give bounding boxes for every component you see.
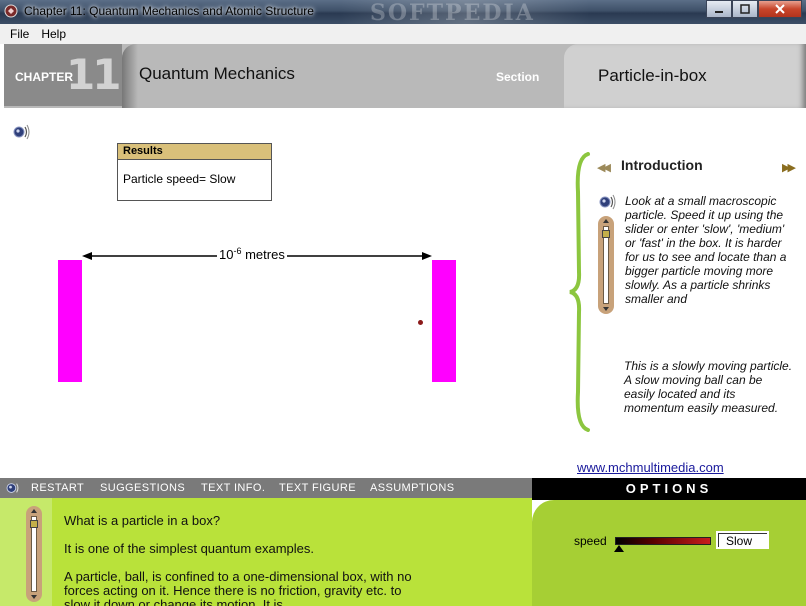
- minimize-icon: [715, 11, 723, 13]
- options-heading: OPTIONS: [532, 478, 806, 500]
- text-figure-button[interactable]: TEXT FIGURE: [279, 482, 356, 494]
- minimize-button[interactable]: [706, 0, 732, 18]
- app-icon: [4, 4, 18, 18]
- answer-text-2: A particle, ball, is confined to a one-d…: [64, 569, 412, 606]
- particle: [418, 320, 423, 325]
- chapter-number: 11: [66, 50, 121, 99]
- restart-button[interactable]: RESTART: [31, 482, 84, 494]
- scroll-thumb[interactable]: [30, 520, 38, 528]
- intro-title: Introduction: [621, 157, 703, 173]
- particle-speed-result: Particle speed= Slow: [123, 172, 236, 186]
- results-heading: Results: [118, 144, 271, 160]
- intro-paragraph-1: Look at a small macroscopic particle. Sp…: [625, 194, 787, 306]
- menu-file[interactable]: File: [4, 27, 35, 41]
- speed-slider[interactable]: [615, 537, 711, 545]
- answer-text-1: It is one of the simplest quantum exampl…: [64, 541, 315, 556]
- chapter-label: CHAPTER: [15, 70, 74, 84]
- box-wall-left: [58, 260, 82, 382]
- box-length-label: 10-6 metres: [217, 246, 287, 262]
- topic-tab: Particle-in-box: [564, 44, 806, 108]
- intro-paragraph-2: This is a slowly moving particle. A slow…: [624, 359, 793, 415]
- section-label: Section: [496, 70, 540, 84]
- explanation-scrollbar[interactable]: [26, 506, 42, 602]
- window-title: Chapter 11: Quantum Mechanics and Atomic…: [24, 4, 314, 18]
- question-text: What is a particle in a box?: [64, 513, 221, 528]
- assumptions-button[interactable]: ASSUMPTIONS: [370, 482, 454, 494]
- topic-title: Particle-in-box: [598, 66, 707, 85]
- menu-bar: File Help: [0, 24, 806, 44]
- website-link[interactable]: www.mchmultimedia.com: [577, 460, 724, 475]
- scroll-up-icon[interactable]: [603, 219, 609, 223]
- intro-prev-icon[interactable]: ◀◀: [597, 161, 611, 174]
- intro-scrollbar[interactable]: [598, 216, 614, 314]
- chapter-tab: CHAPTER 11: [4, 44, 122, 106]
- close-button[interactable]: [758, 0, 802, 18]
- bottom-toolbar: RESTART SUGGESTIONS TEXT INFO. TEXT FIGU…: [0, 478, 532, 498]
- text-info-button[interactable]: TEXT INFO.: [201, 482, 265, 494]
- results-box: Results Particle speed= Slow: [117, 143, 272, 201]
- scroll-thumb[interactable]: [602, 230, 610, 238]
- scroll-up-icon[interactable]: [31, 509, 37, 513]
- speed-slider-handle[interactable]: [614, 545, 624, 552]
- options-panel: [532, 500, 806, 606]
- header-divider: [122, 44, 138, 108]
- scroll-down-icon[interactable]: [31, 595, 37, 599]
- title-bar: Chapter 11: Quantum Mechanics and Atomic…: [0, 0, 806, 26]
- scroll-down-icon[interactable]: [603, 307, 609, 311]
- suggestions-button[interactable]: SUGGESTIONS: [100, 482, 185, 494]
- softpedia-watermark: SOFTPEDIA: [340, 0, 590, 26]
- curly-brace-decoration: [569, 152, 590, 432]
- toolbar-speaker-icon[interactable]: [6, 481, 22, 495]
- maximize-icon: [740, 4, 750, 14]
- chapter-header: CHAPTER 11 Quantum Mechanics Section Par…: [4, 44, 806, 108]
- menu-help[interactable]: Help: [35, 27, 72, 41]
- maximize-button[interactable]: [732, 0, 758, 18]
- box-wall-right: [432, 260, 456, 382]
- intro-speaker-icon[interactable]: [599, 194, 617, 210]
- close-icon: [775, 4, 785, 14]
- module-title: Quantum Mechanics: [139, 64, 295, 83]
- speed-input[interactable]: Slow: [716, 531, 769, 549]
- intro-next-icon[interactable]: ▶▶: [782, 161, 796, 174]
- speed-label: speed: [574, 534, 607, 548]
- speaker-icon[interactable]: [13, 124, 31, 140]
